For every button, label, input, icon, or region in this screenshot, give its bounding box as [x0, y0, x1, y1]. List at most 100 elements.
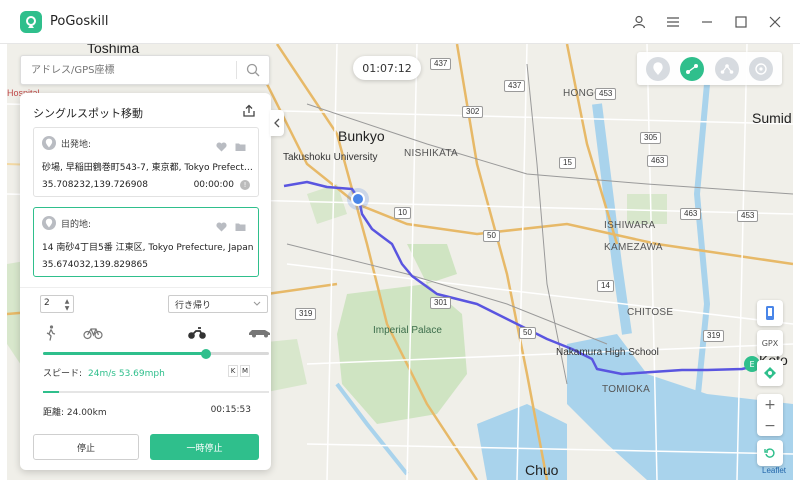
two-spot-mode-icon[interactable] [680, 57, 704, 81]
route-shield: 453 [737, 210, 759, 222]
route-shield: 319 [295, 308, 317, 320]
pause-button[interactable]: 一時停止 [150, 434, 259, 460]
start-address: 砂場, 早稲田鶴巻町543-7, 東京都, Tokyo Prefecture [42, 163, 254, 173]
panel-title: シングルスポット移動 [33, 107, 143, 120]
start-point-card[interactable]: 出発地: 砂場, 早稲田鶴巻町543-7, 東京都, Tokyo Prefect… [33, 127, 259, 197]
map-label-nakamura: Nakamura High School [556, 347, 659, 358]
destination-card[interactable]: 目的地: 14 南砂4丁目5番 江東区, Tokyo Prefecture, J… [33, 207, 259, 277]
map-label-takushoku: Takushoku University [283, 152, 378, 163]
stop-button[interactable]: 停止 [33, 434, 139, 460]
app-title: PoGoskill [50, 14, 109, 29]
route-shield: 50 [519, 327, 536, 339]
repeat-count-value: 2 [44, 298, 50, 308]
minimize-icon[interactable] [692, 7, 722, 37]
route-shield: 15 [559, 157, 576, 169]
route-shield: 14 [597, 280, 614, 292]
menu-icon[interactable] [658, 7, 688, 37]
destination-coordinates: 35.674032,139.829865 [42, 260, 148, 270]
unit-km-button[interactable]: K [228, 365, 238, 377]
motorcycle-icon[interactable] [186, 323, 208, 343]
zoom-control: + − [757, 394, 783, 436]
destination-address: 14 南砂4丁目5番 江東区, Tokyo Prefecture, Japan [42, 243, 254, 253]
info-icon[interactable]: ! [240, 180, 250, 190]
locate-me-icon[interactable] [757, 360, 783, 386]
app-logo-icon [20, 10, 42, 33]
speed-readout: スピード: 24m/s 53.69mph [43, 366, 165, 379]
search-bar [20, 55, 270, 85]
trip-mode-select[interactable]: 行き帰り [168, 295, 268, 313]
reset-icon[interactable] [757, 440, 783, 466]
eta-readout: 00:15:53 [210, 405, 251, 415]
destination-label: 目的地: [61, 219, 92, 230]
route-shield: 319 [703, 330, 725, 342]
speed-unit-toggle: K M [228, 365, 250, 377]
title-bar: PoGoskill [0, 0, 800, 44]
car-icon[interactable] [247, 323, 273, 343]
movement-modes [40, 323, 272, 345]
route-progress-fill [43, 391, 59, 393]
map-label-tomioka: TOMIOKA [602, 384, 651, 395]
start-label: 出発地: [61, 139, 92, 150]
walk-icon[interactable] [40, 323, 62, 343]
search-icon[interactable] [237, 56, 269, 84]
multi-spot-mode-icon[interactable] [715, 57, 739, 81]
favorite-icon[interactable] [216, 217, 227, 236]
export-icon[interactable] [241, 103, 259, 121]
route-shield: 50 [483, 230, 500, 242]
map-label-chuo: Chuo [525, 462, 559, 478]
current-location-marker[interactable] [347, 188, 369, 210]
route-shield: 437 [504, 80, 526, 92]
chevron-down-icon [253, 300, 261, 310]
map-label-ishiwara: ISHIWARA [604, 220, 656, 231]
account-icon[interactable] [624, 7, 654, 37]
bicycle-icon[interactable] [82, 323, 104, 343]
route-panel: シングルスポット移動 出発地: 砂場, 早稲田鶴巻町543-7, 東京都, To… [20, 93, 271, 470]
zoom-out-icon[interactable]: − [757, 415, 783, 436]
map-label-chitose: CHITOSE [627, 307, 674, 318]
destination-pin-icon [42, 216, 56, 230]
unit-mile-button[interactable]: M [240, 365, 250, 377]
gpx-import-button[interactable]: GPX [757, 330, 783, 356]
start-time: 00:00:00 [193, 180, 234, 190]
route-shield: 305 [640, 132, 662, 144]
speed-slider-handle[interactable] [200, 349, 211, 359]
speed-slider[interactable] [43, 349, 269, 359]
route-shield: 301 [430, 297, 452, 309]
route-progress-bar [43, 391, 269, 393]
route-shield: 10 [394, 207, 411, 219]
start-coordinates: 35.708232,139.726908 [42, 180, 148, 190]
device-icon[interactable] [757, 300, 783, 326]
collapse-panel-icon[interactable] [270, 110, 284, 136]
trip-mode-value: 行き帰り [175, 300, 212, 311]
folder-icon[interactable] [235, 137, 246, 156]
elapsed-timer: 01:07:12 [353, 56, 421, 80]
leaflet-attribution-link[interactable]: Leaflet [762, 466, 786, 475]
route-shield: 437 [430, 58, 452, 70]
repeat-count-stepper[interactable]: 2 ▲ ▼ [40, 295, 74, 313]
teleport-mode-bar [637, 52, 782, 85]
panel-divider [20, 287, 271, 288]
favorite-icon[interactable] [216, 137, 227, 156]
route-shield: 302 [462, 106, 484, 118]
start-pin-icon [42, 136, 56, 150]
teleport-mode-icon[interactable] [646, 57, 670, 81]
close-icon[interactable] [760, 7, 790, 37]
route-shield: 463 [680, 208, 702, 220]
speed-label: スピード: [43, 369, 83, 379]
search-input[interactable] [21, 56, 236, 84]
speed-slider-fill [43, 352, 206, 355]
map-label-imperial-palace: Imperial Palace [373, 325, 442, 336]
decrement-icon[interactable]: ▼ [63, 304, 71, 312]
map-label-nishikata: NISHIKATA [404, 148, 459, 159]
route-shield: 463 [647, 155, 669, 167]
zoom-in-icon[interactable]: + [757, 394, 783, 415]
joystick-mode-icon[interactable] [749, 57, 773, 81]
distance-readout: 距離: 24.00km [43, 408, 107, 418]
folder-icon[interactable] [235, 217, 246, 236]
speed-value: 24m/s 53.69mph [88, 369, 165, 379]
map-label-kamezawa: KAMEZAWA [604, 242, 663, 253]
route-shield: 453 [595, 88, 617, 100]
map-label-sumida: Sumid [752, 110, 792, 126]
map-label-bunkyo: Bunkyo [338, 128, 385, 144]
maximize-icon[interactable] [726, 7, 756, 37]
